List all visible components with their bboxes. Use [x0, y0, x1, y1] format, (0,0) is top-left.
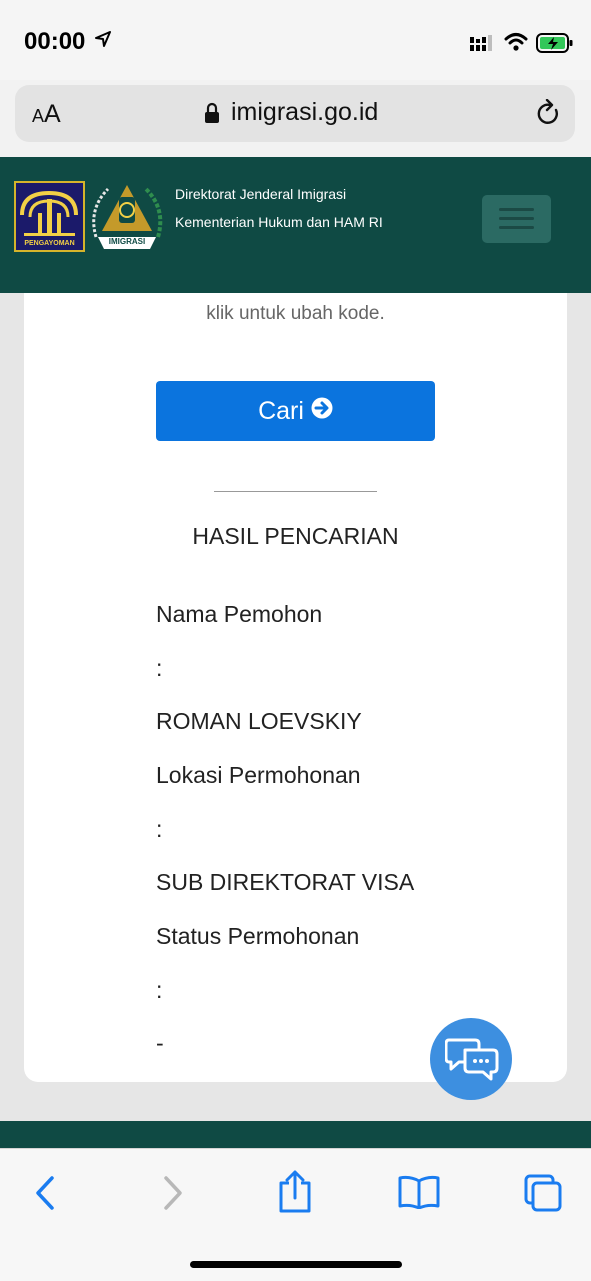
tabs-icon[interactable]	[523, 1173, 563, 1218]
status-time: 00:00	[24, 28, 86, 55]
field-label-applicant-name: Nama Pemohon	[156, 601, 323, 627]
org-name-line1: Direktorat Jenderal Imigrasi	[175, 186, 347, 202]
share-icon[interactable]	[277, 1169, 313, 1218]
bookmarks-icon[interactable]	[398, 1175, 440, 1214]
menu-toggle-button[interactable]	[482, 195, 551, 243]
wifi-icon	[504, 32, 528, 57]
field-separator: :	[156, 977, 163, 1003]
chat-bubbles-icon	[444, 1036, 499, 1087]
search-submit-label: Cari	[258, 396, 304, 425]
home-indicator	[190, 1261, 402, 1268]
field-label-application-status: Status Permohonan	[156, 923, 360, 949]
field-separator: :	[156, 655, 163, 681]
field-separator: :	[156, 816, 163, 842]
status-bar: 00:00	[0, 0, 591, 80]
search-submit-button[interactable]: Cari	[156, 381, 435, 441]
field-value-applicant-name: ROMAN LOEVSKIY	[156, 708, 362, 734]
section-divider	[214, 491, 377, 492]
imigrasi-logo[interactable]: IMIGRASI	[88, 179, 166, 255]
site-header: PENGAYOMAN IMIGRASI Direktorat Jenderal …	[0, 157, 591, 293]
search-card: klik untuk ubah kode. Cari HASIL PENCARI…	[24, 293, 567, 1082]
field-value-application-location: SUB DIREKTORAT VISA	[156, 869, 415, 895]
back-icon[interactable]	[32, 1173, 58, 1218]
pengayoman-logo[interactable]: PENGAYOMAN	[14, 181, 85, 252]
browser-toolbar	[0, 1148, 591, 1281]
captcha-refresh-hint[interactable]: klik untuk ubah kode.	[24, 303, 567, 325]
results-title: HASIL PENCARIAN	[192, 523, 399, 549]
location-arrow-icon	[95, 31, 111, 52]
arrow-circle-right-icon	[311, 397, 333, 426]
main-content: klik untuk ubah kode. Cari HASIL PENCARI…	[0, 293, 591, 1121]
field-value-application-status: -	[156, 1030, 164, 1056]
live-chat-button[interactable]	[430, 1018, 512, 1100]
battery-charging-icon	[536, 32, 574, 59]
field-label-application-location: Lokasi Permohonan	[156, 762, 361, 788]
address-bar[interactable]: AA imigrasi.go.id	[15, 85, 575, 142]
cellular-signal-icon	[470, 34, 496, 57]
forward-icon[interactable]	[160, 1173, 186, 1218]
lock-icon	[204, 102, 220, 129]
reload-icon[interactable]	[535, 98, 561, 132]
text-size-button[interactable]: AA	[32, 100, 61, 129]
url-text[interactable]: imigrasi.go.id	[231, 98, 378, 127]
org-name-line2: Kementerian Hukum dan HAM RI	[175, 214, 383, 230]
